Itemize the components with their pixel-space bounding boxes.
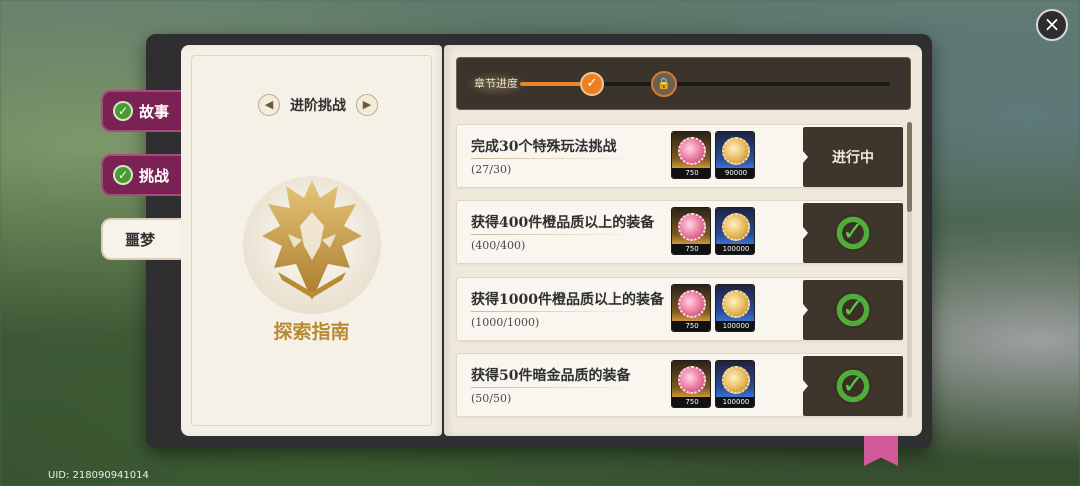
task-title: 完成30个特殊玩法挑战 <box>471 139 617 155</box>
completed-check-icon: ✓ <box>834 291 872 329</box>
task-title: 获得400件橙品质以上的装备 <box>471 215 655 231</box>
pink-crystal-icon <box>678 213 706 241</box>
gold-coin-icon <box>722 290 750 318</box>
next-arrow-button[interactable]: ▶ <box>356 94 378 116</box>
reward-item-pink-crystal[interactable]: 750 <box>671 207 711 255</box>
reward-item-gold-coin[interactable]: 100000 <box>715 360 755 408</box>
task-list-scrollbar[interactable] <box>907 122 912 418</box>
status-in-progress[interactable]: 进行中 <box>803 127 903 187</box>
task-row: 获得1000件橙品质以上的装备 (1000/1000) 750 100000 ✓ <box>456 277 903 341</box>
reward-item-pink-crystal[interactable]: 750 <box>671 131 711 179</box>
page-title: 进阶挑战 <box>290 98 346 114</box>
reward-qty: 750 <box>672 168 710 178</box>
task-progress: (400/400) <box>471 239 526 252</box>
completed-check-icon: ✓ <box>834 367 872 405</box>
pink-crystal-icon <box>678 366 706 394</box>
dragon-crest-icon <box>262 180 362 300</box>
task-row: 获得50件暗金品质的装备 (50/50) 750 100000 ✓ <box>456 353 903 417</box>
reward-item-gold-coin[interactable]: 100000 <box>715 207 755 255</box>
close-button[interactable]: × <box>1036 9 1068 41</box>
prev-arrow-button[interactable]: ◀ <box>258 94 280 116</box>
gold-coin-icon <box>722 137 750 165</box>
status-completed: ✓ <box>803 203 903 263</box>
reward-item-gold-coin[interactable]: 100000 <box>715 284 755 332</box>
status-completed: ✓ <box>803 280 903 340</box>
check-icon: ✓ <box>113 101 133 121</box>
scroll-thumb[interactable] <box>907 122 912 212</box>
task-row: 完成30个特殊玩法挑战 (27/30) 750 90000 进行中 <box>456 124 903 188</box>
tab-story[interactable]: ✓ 故事 <box>101 90 185 132</box>
reward-qty: 100000 <box>716 321 754 331</box>
player-uid: UID: 218090941014 <box>48 470 149 481</box>
task-progress: (50/50) <box>471 392 512 405</box>
pink-crystal-icon <box>678 137 706 165</box>
pink-crystal-icon <box>678 290 706 318</box>
reward-qty: 100000 <box>716 244 754 254</box>
task-progress: (27/30) <box>471 163 512 176</box>
gold-coin-icon <box>722 366 750 394</box>
task-row: 获得400件橙品质以上的装备 (400/400) 750 100000 ✓ <box>456 200 903 264</box>
tab-nightmare[interactable]: 噩梦 <box>101 218 185 260</box>
tab-challenge[interactable]: ✓ 挑战 <box>101 154 185 196</box>
check-icon: ✓ <box>113 165 133 185</box>
task-progress: (1000/1000) <box>471 316 540 329</box>
reward-item-gold-coin[interactable]: 90000 <box>715 131 755 179</box>
task-title: 获得50件暗金品质的装备 <box>471 368 631 384</box>
tab-label: 噩梦 <box>125 230 156 249</box>
chapter-progress-label: 章节进度 <box>466 72 526 96</box>
reward-item-pink-crystal[interactable]: 750 <box>671 284 711 332</box>
milestone-complete-icon[interactable]: ✓ <box>580 72 604 96</box>
status-label: 进行中 <box>832 150 874 166</box>
reward-qty: 100000 <box>716 397 754 407</box>
reward-qty: 750 <box>672 321 710 331</box>
reward-item-pink-crystal[interactable]: 750 <box>671 360 711 408</box>
reward-qty: 750 <box>672 397 710 407</box>
completed-check-icon: ✓ <box>834 214 872 252</box>
explore-guide-caption: 探索指南 <box>273 321 350 343</box>
task-title: 获得1000件橙品质以上的装备 <box>471 292 664 308</box>
tab-label: 挑战 <box>139 166 170 185</box>
reward-qty: 750 <box>672 244 710 254</box>
gold-coin-icon <box>722 213 750 241</box>
reward-qty: 90000 <box>716 168 754 178</box>
milestone-lock-icon[interactable]: 🔒 <box>651 71 677 97</box>
status-completed: ✓ <box>803 356 903 416</box>
tab-label: 故事 <box>139 102 170 121</box>
left-page-header: ◀ 进阶挑战 ▶ <box>258 93 378 117</box>
